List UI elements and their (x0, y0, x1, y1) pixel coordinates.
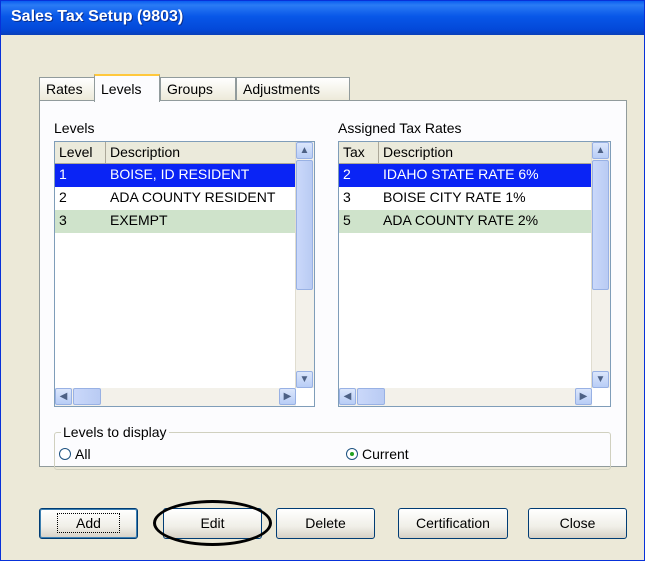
scroll-up-icon[interactable]: ▲ (592, 142, 609, 159)
levels-tab-panel: Levels Level Description 1 BOISE, ID RES… (39, 100, 627, 470)
column-header-tax[interactable]: Tax (339, 142, 379, 164)
tab-adjustments[interactable]: Adjustments (236, 77, 350, 101)
scroll-right-icon[interactable]: ▶ (575, 388, 592, 405)
scroll-thumb[interactable] (357, 388, 385, 405)
levels-to-display-legend: Levels to display (61, 424, 169, 440)
assigned-tax-rates-label: Assigned Tax Rates (338, 120, 462, 136)
tax-description: IDAHO STATE RATE 6% (383, 166, 539, 182)
tax-rate-row[interactable]: 2 IDAHO STATE RATE 6% (339, 164, 592, 187)
level-number: 2 (59, 189, 67, 205)
radio-all[interactable]: All (59, 446, 91, 462)
scroll-left-icon[interactable]: ◀ (55, 388, 72, 405)
scroll-thumb[interactable] (296, 160, 313, 290)
edit-highlight-annotation (153, 500, 272, 546)
window-title: Sales Tax Setup (9803) (11, 8, 184, 25)
scroll-down-icon[interactable]: ▼ (296, 371, 313, 388)
tax-rate-row[interactable]: 5 ADA COUNTY RATE 2% (339, 210, 592, 233)
scroll-left-icon[interactable]: ◀ (339, 388, 356, 405)
scroll-right-icon[interactable]: ▶ (279, 388, 296, 405)
tax-number: 5 (343, 212, 351, 228)
levels-to-display-group: Levels to display All Current (54, 424, 611, 470)
level-number: 3 (59, 212, 67, 228)
level-description: BOISE, ID RESIDENT (110, 166, 250, 182)
levels-list[interactable]: Level Description 1 BOISE, ID RESIDENT 2… (54, 141, 315, 407)
scroll-up-icon[interactable]: ▲ (296, 142, 313, 159)
column-header-description[interactable]: Description (379, 142, 593, 164)
level-number: 1 (59, 166, 67, 182)
level-row[interactable]: 3 EXEMPT (55, 210, 296, 233)
level-description: ADA COUNTY RESIDENT (110, 189, 276, 205)
tax-rate-row[interactable]: 3 BOISE CITY RATE 1% (339, 187, 592, 210)
tab-rates[interactable]: Rates (39, 77, 95, 101)
levels-vertical-scrollbar[interactable]: ▲ ▼ (295, 142, 314, 388)
levels-horizontal-scrollbar[interactable]: ◀ ▶ (55, 388, 296, 406)
tab-groups[interactable]: Groups (160, 77, 236, 101)
scroll-thumb[interactable] (73, 388, 101, 405)
levels-label: Levels (54, 120, 95, 136)
level-row[interactable]: 2 ADA COUNTY RESIDENT (55, 187, 296, 210)
radio-unchecked-icon[interactable] (59, 448, 71, 460)
tab-levels[interactable]: Levels (94, 74, 160, 102)
tax-description: BOISE CITY RATE 1% (383, 189, 526, 205)
sales-tax-setup-window: Sales Tax Setup (9803) Rates Levels Grou… (0, 0, 645, 561)
column-header-description[interactable]: Description (106, 142, 297, 164)
close-button[interactable]: Close (528, 508, 627, 539)
column-header-level[interactable]: Level (55, 142, 106, 164)
certification-button[interactable]: Certification (398, 508, 508, 539)
title-bar[interactable]: Sales Tax Setup (9803) (1, 1, 644, 35)
assigned-vertical-scrollbar[interactable]: ▲ ▼ (591, 142, 610, 388)
delete-button[interactable]: Delete (276, 508, 375, 539)
tax-description: ADA COUNTY RATE 2% (383, 212, 539, 228)
radio-checked-icon[interactable] (346, 448, 358, 460)
level-description: EXEMPT (110, 212, 168, 228)
tax-number: 3 (343, 189, 351, 205)
tax-number: 2 (343, 166, 351, 182)
scroll-down-icon[interactable]: ▼ (592, 371, 609, 388)
scroll-thumb[interactable] (592, 160, 609, 290)
assigned-horizontal-scrollbar[interactable]: ◀ ▶ (339, 388, 592, 406)
add-button[interactable]: Add (39, 508, 138, 539)
level-row[interactable]: 1 BOISE, ID RESIDENT (55, 164, 296, 187)
assigned-tax-rates-list[interactable]: Tax Description 2 IDAHO STATE RATE 6% 3 … (338, 141, 611, 407)
radio-current[interactable]: Current (346, 446, 409, 462)
